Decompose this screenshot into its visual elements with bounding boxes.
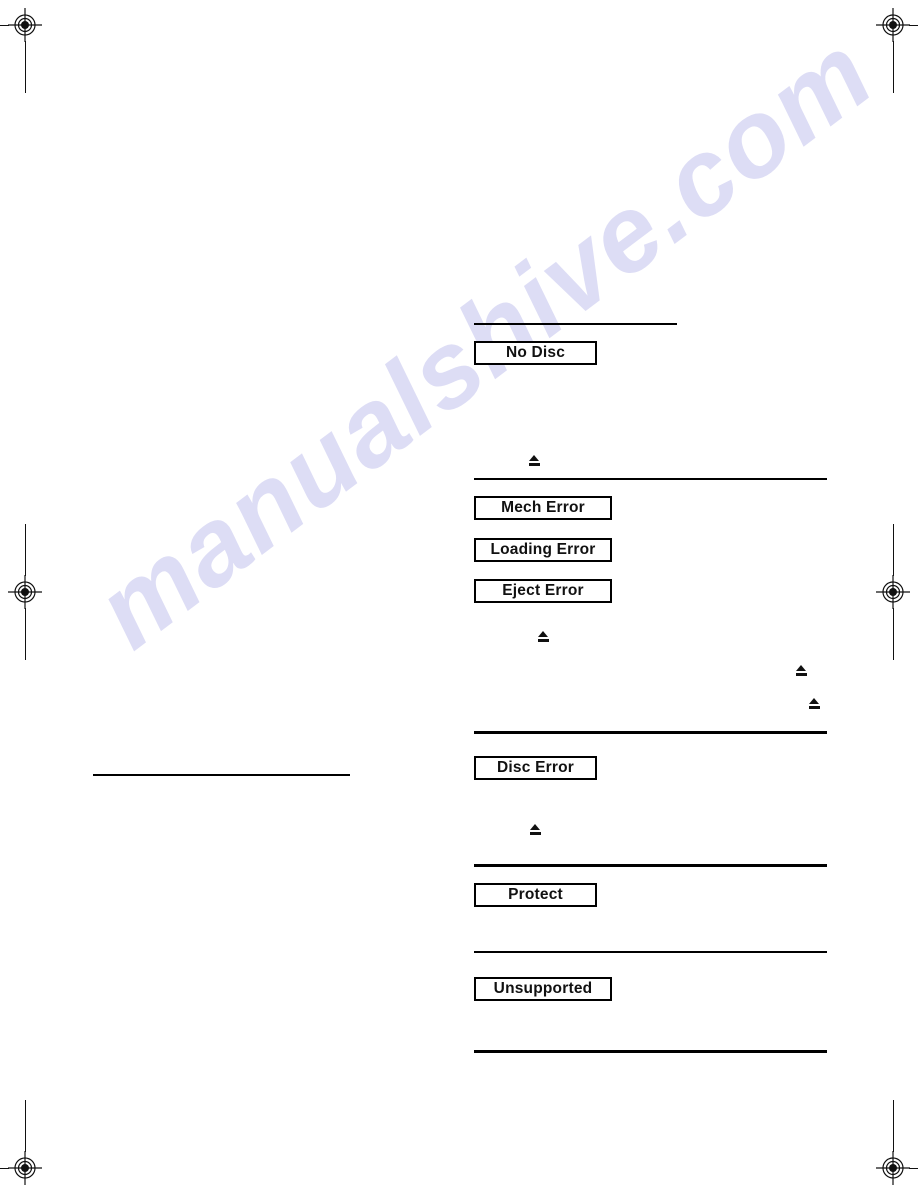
eject-icon-2: [538, 631, 549, 642]
trim-tick-horizontal: [909, 1168, 918, 1169]
rule-above-mech-error: [474, 478, 827, 480]
registration-mark-bottom-left: [8, 1151, 42, 1185]
eject-triangle: [530, 824, 540, 830]
display-box-label: Protect: [508, 886, 563, 904]
registration-mark-middle-right: [876, 575, 910, 609]
display-box-unsupported: Unsupported: [474, 977, 612, 1001]
eject-icon-4: [809, 698, 820, 709]
eject-triangle: [796, 665, 806, 671]
rule-above-disc-error: [474, 731, 827, 734]
eject-icon-3: [796, 665, 807, 676]
display-box-label: Eject Error: [502, 582, 584, 600]
trim-tick-horizontal: [0, 25, 9, 26]
trim-tick-vertical-lower: [25, 608, 26, 660]
display-box-mech-error: Mech Error: [474, 496, 612, 520]
registration-mark-middle-left: [8, 575, 42, 609]
rule-bottom: [474, 1050, 827, 1053]
eject-triangle: [529, 455, 539, 461]
display-box-label: Mech Error: [501, 499, 585, 517]
eject-triangle: [538, 631, 548, 637]
display-box-disc-error: Disc Error: [474, 756, 597, 780]
display-box-loading-error: Loading Error: [474, 538, 612, 562]
display-box-protect: Protect: [474, 883, 597, 907]
display-box-eject-error: Eject Error: [474, 579, 612, 603]
rule-above-protect: [474, 864, 827, 867]
display-box-label: Disc Error: [497, 759, 574, 777]
display-box-label: Unsupported: [493, 980, 593, 998]
trim-tick-vertical: [25, 41, 26, 93]
eject-triangle: [809, 698, 819, 704]
trim-tick-vertical: [893, 41, 894, 93]
scanned-manual-page: manualshive.com No Disc Mech Error Loading…: [0, 0, 918, 1188]
registration-mark-top-right: [876, 8, 910, 42]
trim-tick-vertical: [25, 1100, 26, 1152]
trim-tick-vertical: [893, 1100, 894, 1152]
left-column-rule: [93, 774, 350, 776]
registration-mark-bottom-right: [876, 1151, 910, 1185]
trim-tick-vertical-lower: [893, 608, 894, 660]
eject-bar: [538, 638, 549, 642]
eject-bar: [809, 705, 820, 709]
trim-tick-vertical-upper: [25, 524, 26, 576]
registration-mark-top-left: [8, 8, 42, 42]
eject-icon-1: [529, 455, 540, 466]
display-box-label: Loading Error: [490, 541, 596, 559]
display-box-label: No Disc: [505, 344, 566, 362]
trim-tick-horizontal: [0, 1168, 9, 1169]
rule-above-no-disc: [474, 323, 677, 325]
eject-bar: [796, 672, 807, 676]
eject-icon-5: [530, 824, 541, 835]
trim-tick-horizontal: [909, 25, 918, 26]
trim-tick-vertical-upper: [893, 524, 894, 576]
display-box-no-disc: No Disc: [474, 341, 597, 365]
eject-bar: [530, 831, 541, 835]
eject-bar: [529, 462, 540, 466]
rule-above-unsupported: [474, 951, 827, 953]
page-content: No Disc Mech Error Loading Error Eject Erro…: [0, 0, 918, 1188]
